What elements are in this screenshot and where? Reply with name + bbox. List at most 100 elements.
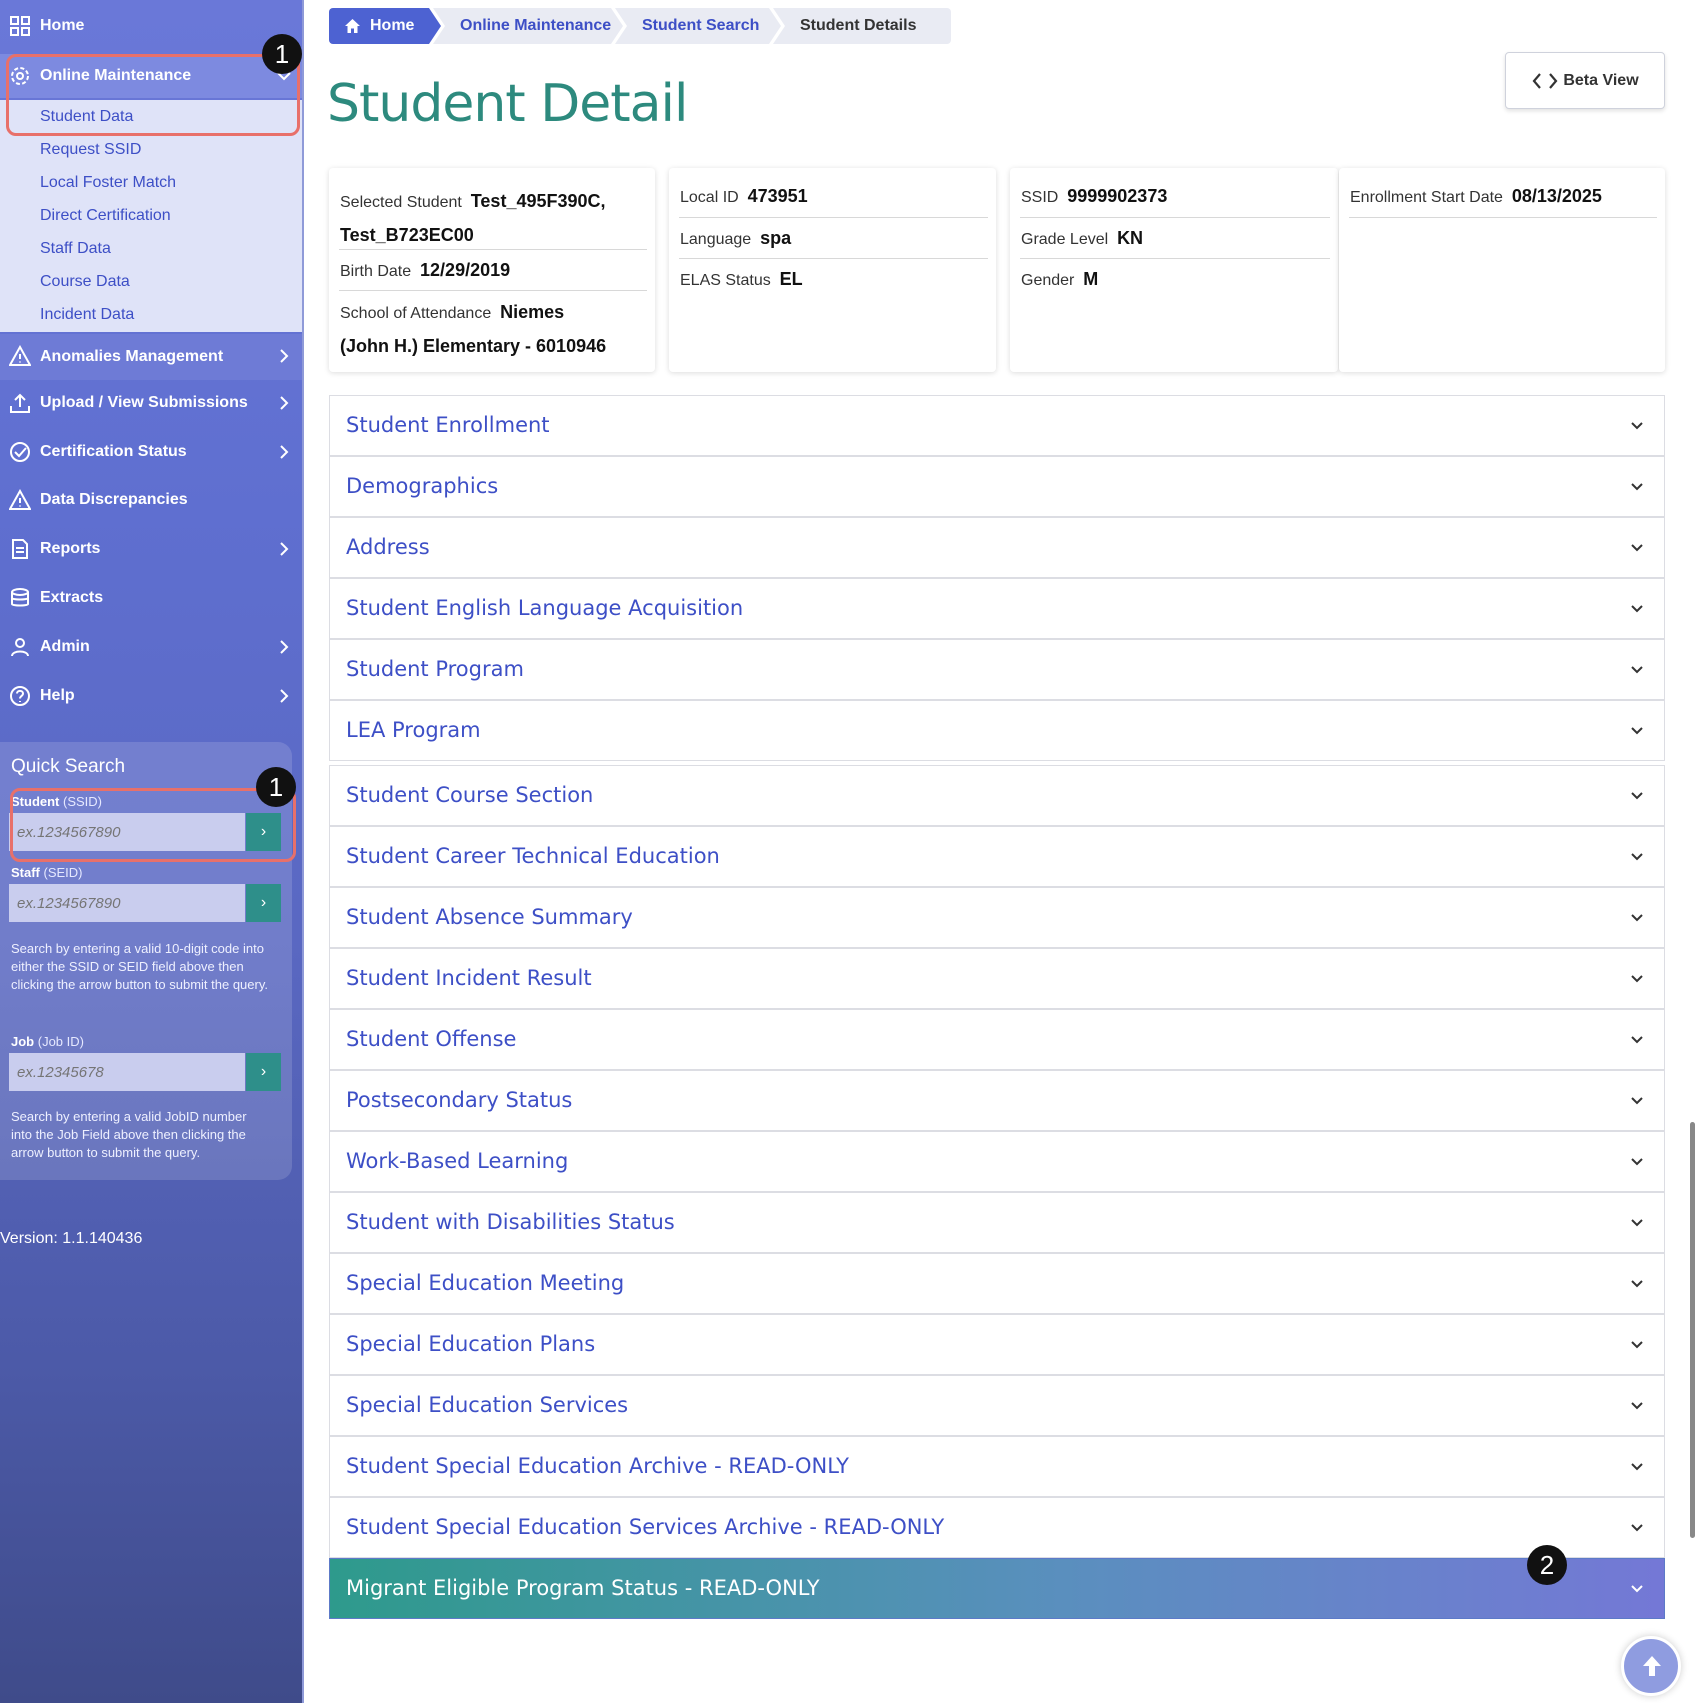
submenu-course-data[interactable]: Course Data <box>40 273 130 291</box>
chevron-down-icon <box>1631 975 1643 983</box>
job-search-button[interactable]: › <box>246 1053 281 1091</box>
accordion-section-title: LEA Program <box>346 718 481 742</box>
accordion-section-title: Special Education Meeting <box>346 1271 625 1295</box>
database-icon <box>11 588 29 607</box>
upload-icon <box>10 393 30 413</box>
accordion-section[interactable]: Migrant Eligible Program Status - READ-O… <box>329 1558 1665 1619</box>
accordion-section-title: Student Special Education Services Archi… <box>346 1515 945 1539</box>
field-label: Selected Student <box>340 194 462 211</box>
sidebar-item-home[interactable]: Home <box>0 4 302 48</box>
staff-seid-input[interactable] <box>9 884 245 922</box>
sidebar-item-reports[interactable]: Reports <box>0 527 302 571</box>
chevron-down-icon <box>1631 1219 1643 1227</box>
scrollbar[interactable] <box>1690 1122 1695 1538</box>
chevron-right-icon <box>280 689 289 703</box>
chevron-down-icon <box>1631 914 1643 922</box>
chevron-down-icon <box>1631 1585 1643 1593</box>
field-label: School of Attendance <box>340 305 492 322</box>
accordion-section-title: Work-Based Learning <box>346 1149 569 1173</box>
sidebar-item-label: Home <box>40 17 85 34</box>
sidebar-item-upload[interactable]: Upload / View Submissions <box>0 381 302 425</box>
accordion-section[interactable]: Student Course Section <box>329 765 1665 826</box>
accordion-section-title: Student Program <box>346 657 524 681</box>
document-icon <box>12 539 28 559</box>
sidebar-item-label: Data Discrepancies <box>40 491 188 508</box>
job-id-input[interactable] <box>9 1053 245 1091</box>
sidebar-item-discrepancies[interactable]: Data Discrepancies <box>0 478 302 522</box>
accordion-section[interactable]: Student Program <box>329 639 1665 700</box>
accordion-section[interactable]: Student Special Education Archive - READ… <box>329 1436 1665 1497</box>
submenu-staff-data[interactable]: Staff Data <box>40 240 111 258</box>
sidebar-item-extracts[interactable]: Extracts <box>0 576 302 620</box>
accordion-section[interactable]: Special Education Services <box>329 1375 1665 1436</box>
accordion-section[interactable]: Student Enrollment <box>329 395 1665 456</box>
field-label: Birth Date <box>340 263 412 280</box>
highlight-box <box>6 54 300 136</box>
accordion-section[interactable]: Special Education Meeting <box>329 1253 1665 1314</box>
check-circle-icon <box>10 442 30 462</box>
field-label: SSID <box>1021 189 1059 206</box>
sidebar-item-help[interactable]: Help <box>0 674 302 718</box>
sidebar: Home Online Maintenance Student Data Req… <box>0 0 304 1703</box>
school-field: School of Attendance Niemes (John H.) El… <box>340 296 647 364</box>
field-value: KN <box>1117 228 1144 248</box>
chevron-down-icon <box>1631 666 1643 674</box>
field-value: 08/13/2025 <box>1511 186 1602 206</box>
accordion-section[interactable]: Student Career Technical Education <box>329 826 1665 887</box>
chevron-down-icon <box>1631 1341 1643 1349</box>
accordion-section[interactable]: Student Special Education Services Archi… <box>329 1497 1665 1558</box>
accordion-section[interactable]: Student Offense <box>329 1009 1665 1070</box>
grade-level-field: Grade Level KN <box>1021 228 1330 249</box>
field-value: 12/29/2019 <box>420 260 511 280</box>
accordion-section-title: Demographics <box>346 474 499 498</box>
breadcrumb-student-search[interactable]: Student Search <box>615 8 781 44</box>
submenu-incident-data[interactable]: Incident Data <box>40 306 134 324</box>
accordion-section[interactable]: Student English Language Acquisition <box>329 578 1665 639</box>
chevron-down-icon <box>1631 1280 1643 1288</box>
annotation-badge-1: 1 <box>262 34 302 74</box>
sidebar-item-anomalies[interactable]: Anomalies Management <box>0 334 302 380</box>
field-value: M <box>1083 269 1099 289</box>
field-value: Test_B723EC00 <box>340 225 474 245</box>
submenu-direct-certification[interactable]: Direct Certification <box>40 207 171 225</box>
accordion-section[interactable]: Student Absence Summary <box>329 887 1665 948</box>
scroll-to-top-button[interactable] <box>1621 1636 1681 1696</box>
accordion-section[interactable]: Work-Based Learning <box>329 1131 1665 1192</box>
job-id-label: Job (Job ID) <box>11 1034 84 1049</box>
grid-icon <box>10 16 30 36</box>
chevron-down-icon <box>1631 1463 1643 1471</box>
accordion-section-title: Student English Language Acquisition <box>346 596 744 620</box>
chevron-down-icon <box>1631 605 1643 613</box>
accordion-section-title: Student Absence Summary <box>346 905 633 929</box>
accordion-section[interactable]: Postsecondary Status <box>329 1070 1665 1131</box>
accordion-section[interactable]: LEA Program <box>329 700 1665 761</box>
chevron-right-icon <box>280 349 289 363</box>
staff-search-button[interactable]: › <box>246 884 281 922</box>
accordion-section[interactable]: Special Education Plans <box>329 1314 1665 1375</box>
chevron-down-icon <box>1631 727 1643 735</box>
annotation-badge-2: 2 <box>1527 1545 1567 1585</box>
accordion-section[interactable]: Demographics <box>329 456 1665 517</box>
field-value: Niemes <box>500 302 565 322</box>
beta-view-button[interactable]: Beta View <box>1505 52 1665 109</box>
field-label: ELAS Status <box>680 272 771 289</box>
quick-search-title: Quick Search <box>11 756 126 777</box>
accordion-section-title: Student Career Technical Education <box>346 844 720 868</box>
sidebar-item-certification[interactable]: Certification Status <box>0 430 302 474</box>
student-grade-card: SSID 9999902373 Grade Level KN Gender M <box>1010 168 1338 372</box>
accordion-section[interactable]: Address <box>329 517 1665 578</box>
selected-student-field: Selected Student Test_495F390C, Test_B72… <box>340 185 647 253</box>
sidebar-item-label: Help <box>40 687 75 704</box>
sidebar-item-admin[interactable]: Admin <box>0 625 302 669</box>
submenu-request-ssid[interactable]: Request SSID <box>40 141 141 159</box>
submenu-local-foster-match[interactable]: Local Foster Match <box>40 174 176 192</box>
accordion-section[interactable]: Student Incident Result <box>329 948 1665 1009</box>
accordion-section[interactable]: Student with Disabilities Status <box>329 1192 1665 1253</box>
breadcrumb-home[interactable]: Home <box>329 8 441 44</box>
highlight-box <box>10 788 296 862</box>
breadcrumb-online-maintenance[interactable]: Online Maintenance <box>433 8 623 44</box>
help-icon <box>10 686 30 706</box>
breadcrumb-student-details: Student Details <box>773 8 951 44</box>
accordion-section-title: Special Education Services <box>346 1393 629 1417</box>
arrow-up-icon <box>1643 1656 1661 1676</box>
